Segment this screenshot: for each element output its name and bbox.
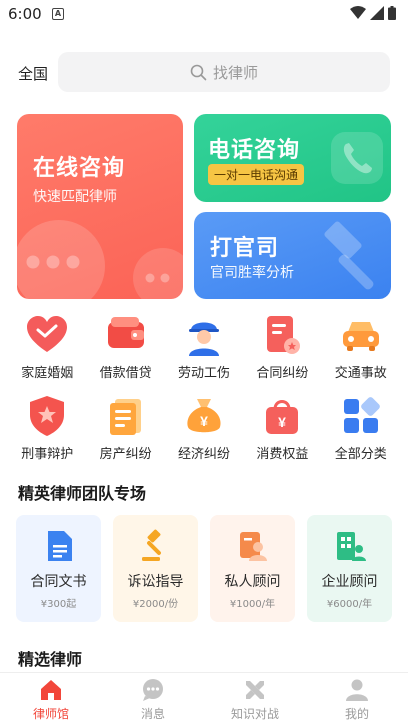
lawsuit-title: 打官司 <box>210 236 280 261</box>
category-label: 借款借贷 <box>99 366 152 381</box>
city-selector[interactable]: 全国 <box>18 63 48 84</box>
wifi-icon <box>350 6 366 19</box>
team-cards: 合同文书 ¥300起 诉讼指导 ¥2000/份 私人顾问 ¥1000/年 企业顾… <box>16 515 392 622</box>
chat-bubble-icon <box>17 220 183 299</box>
signal-icon <box>370 6 384 20</box>
category-labor[interactable]: 劳动工伤 <box>165 312 243 381</box>
category-grid: 家庭婚姻 借款借贷 劳动工伤 合同纠纷 交通事故 刑事辩护 房产纠纷 ¥ 经济纠… <box>8 312 400 462</box>
category-label: 经济纠纷 <box>177 447 230 462</box>
category-label: 合同纠纷 <box>256 366 309 381</box>
category-consumer[interactable]: ¥ 消费权益 <box>243 393 321 462</box>
gavel-icon <box>141 529 161 561</box>
phone-consult-tag: 一对一电话沟通 <box>208 164 305 185</box>
lawyers-section-title: 精选律师 <box>18 650 83 669</box>
category-contract[interactable]: 合同纠纷 <box>243 312 321 381</box>
category-label: 全部分类 <box>334 447 387 462</box>
category-criminal[interactable]: 刑事辩护 <box>8 393 86 462</box>
status-time: 6:00 <box>8 5 42 23</box>
shopping-bag-icon: ¥ <box>266 400 299 434</box>
heart-icon <box>27 316 68 352</box>
shield-icon <box>30 396 65 436</box>
category-label: 房产纠纷 <box>99 447 152 462</box>
message-icon <box>143 679 163 701</box>
tab-label: 知识对战 <box>230 707 279 721</box>
svg-text:¥: ¥ <box>278 414 286 430</box>
phone-consult-title: 电话咨询 <box>208 138 301 163</box>
battle-icon <box>246 681 264 699</box>
profile-icon <box>346 679 368 701</box>
team-card-enterprise[interactable]: 企业顾问 ¥6000/年 <box>307 515 392 622</box>
team-card-price: ¥6000/年 <box>326 599 373 610</box>
search-row: 全国 找律师 <box>0 52 408 92</box>
gavel-icon <box>324 221 374 290</box>
team-card-name: 企业顾问 <box>321 574 378 590</box>
phone-icon <box>331 132 383 184</box>
category-all[interactable]: 全部分类 <box>322 393 400 462</box>
lawsuit-subtitle: 官司胜率分析 <box>210 265 294 281</box>
online-consult-subtitle: 快速匹配律师 <box>33 189 117 205</box>
tab-profile[interactable]: 我的 <box>306 673 408 727</box>
tab-label: 我的 <box>344 707 369 721</box>
team-card-name: 诉讼指导 <box>127 574 184 590</box>
car-icon <box>342 322 379 351</box>
building-icon <box>336 532 366 561</box>
team-card-price: ¥1000/年 <box>229 599 276 610</box>
worker-icon <box>188 322 219 356</box>
tab-lawyer-hall[interactable]: 律师馆 <box>0 673 102 727</box>
category-label: 消费权益 <box>256 447 309 462</box>
category-label: 交通事故 <box>334 366 387 381</box>
tab-messages[interactable]: 消息 <box>102 673 204 727</box>
tab-knowledge-battle[interactable]: 知识对战 <box>204 673 306 727</box>
team-card-name: 私人顾问 <box>224 574 281 590</box>
grid-icon <box>343 397 380 433</box>
category-property[interactable]: 房产纠纷 <box>86 393 164 462</box>
team-card-name: 合同文书 <box>30 574 87 590</box>
category-label: 刑事辩护 <box>21 447 74 462</box>
category-economic[interactable]: ¥ 经济纠纷 <box>165 393 243 462</box>
notification-icon: A <box>52 8 64 20</box>
document-icon <box>109 399 141 435</box>
status-bar: 6:00 A <box>0 0 408 28</box>
svg-text:¥: ¥ <box>200 413 208 429</box>
team-card-contract[interactable]: 合同文书 ¥300起 <box>16 515 101 622</box>
search-icon <box>190 64 207 80</box>
team-card-private[interactable]: 私人顾问 ¥1000/年 <box>210 515 295 622</box>
person-card-icon <box>239 532 267 561</box>
category-label: 劳动工伤 <box>177 366 230 381</box>
bottom-tab-bar: 律师馆 消息 知识对战 我的 <box>0 672 408 727</box>
money-bag-icon: ¥ <box>187 399 221 433</box>
contract-icon <box>267 316 301 354</box>
category-traffic[interactable]: 交通事故 <box>322 312 400 381</box>
tab-label: 消息 <box>140 707 165 721</box>
online-consult-title: 在线咨询 <box>33 156 126 181</box>
category-family[interactable]: 家庭婚姻 <box>8 312 86 381</box>
search-placeholder: 找律师 <box>212 63 258 82</box>
team-card-price: ¥2000/份 <box>132 599 179 610</box>
file-icon <box>47 531 72 561</box>
wallet-icon <box>107 317 144 348</box>
home-icon <box>41 680 61 700</box>
lawsuit-banner[interactable]: 打官司 官司胜率分析 <box>194 212 391 299</box>
team-card-litigation[interactable]: 诉讼指导 ¥2000/份 <box>113 515 198 622</box>
team-section-title: 精英律师团队专场 <box>18 484 147 503</box>
online-consult-banner[interactable]: 在线咨询 快速匹配律师 <box>17 114 183 299</box>
category-label: 家庭婚姻 <box>21 366 74 381</box>
tab-label: 律师馆 <box>32 707 69 721</box>
phone-consult-banner[interactable]: 电话咨询 一对一电话沟通 <box>194 114 391 202</box>
category-loan[interactable]: 借款借贷 <box>86 312 164 381</box>
battery-icon <box>388 6 396 20</box>
search-input[interactable]: 找律师 <box>58 52 390 92</box>
team-card-price: ¥300起 <box>40 599 77 610</box>
status-indicators <box>350 6 396 20</box>
